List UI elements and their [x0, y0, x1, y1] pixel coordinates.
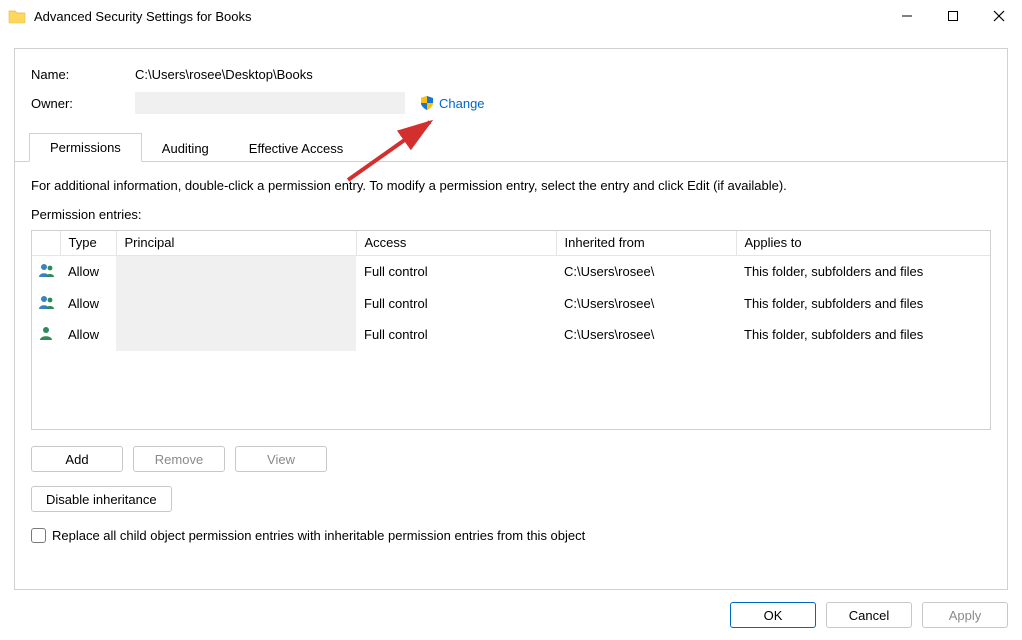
cell-applies: This folder, subfolders and files	[736, 287, 990, 319]
name-row: Name: C:\Users\rosee\Desktop\Books	[31, 67, 991, 82]
remove-button[interactable]: Remove	[133, 446, 225, 472]
name-value: C:\Users\rosee\Desktop\Books	[135, 67, 313, 82]
users-icon	[38, 295, 56, 309]
column-type[interactable]: Type	[60, 231, 116, 255]
add-button[interactable]: Add	[31, 446, 123, 472]
tabs: Permissions Auditing Effective Access	[15, 132, 1007, 162]
shield-icon	[419, 95, 435, 111]
column-principal[interactable]: Principal	[116, 231, 356, 255]
cell-access: Full control	[356, 319, 556, 351]
cell-applies: This folder, subfolders and files	[736, 319, 990, 351]
view-button[interactable]: View	[235, 446, 327, 472]
minimize-button[interactable]	[884, 0, 930, 32]
close-button[interactable]	[976, 0, 1022, 32]
column-access[interactable]: Access	[356, 231, 556, 255]
cell-type: Allow	[60, 255, 116, 287]
ok-button[interactable]: OK	[730, 602, 816, 628]
entries-label: Permission entries:	[15, 201, 1007, 230]
disable-inheritance-button[interactable]: Disable inheritance	[31, 486, 172, 512]
main-frame: Name: C:\Users\rosee\Desktop\Books Owner…	[14, 48, 1008, 590]
column-applies[interactable]: Applies to	[736, 231, 990, 255]
change-owner-link[interactable]: Change	[439, 96, 485, 111]
owner-row: Owner: Change	[31, 92, 991, 114]
replace-checkbox-row: Replace all child object permission entr…	[15, 512, 1007, 543]
table-row[interactable]: Allow Full control C:\Users\rosee\ This …	[32, 255, 990, 287]
cell-access: Full control	[356, 255, 556, 287]
replace-checkbox[interactable]	[31, 528, 46, 543]
apply-button[interactable]: Apply	[922, 602, 1008, 628]
user-icon	[38, 326, 56, 340]
info-text: For additional information, double-click…	[15, 162, 1007, 201]
replace-checkbox-label: Replace all child object permission entr…	[52, 528, 585, 543]
maximize-button[interactable]	[930, 0, 976, 32]
cell-access: Full control	[356, 287, 556, 319]
table-header-row: Type Principal Access Inherited from App…	[32, 231, 990, 255]
dialog-footer: OK Cancel Apply	[730, 602, 1008, 628]
cell-inherited: C:\Users\rosee\	[556, 287, 736, 319]
cell-inherited: C:\Users\rosee\	[556, 255, 736, 287]
column-inherited[interactable]: Inherited from	[556, 231, 736, 255]
cell-inherited: C:\Users\rosee\	[556, 319, 736, 351]
properties-section: Name: C:\Users\rosee\Desktop\Books Owner…	[15, 49, 1007, 132]
entry-buttons-row: Add Remove View	[15, 430, 1007, 472]
column-icon[interactable]	[32, 231, 60, 255]
window-title: Advanced Security Settings for Books	[34, 9, 252, 24]
folder-icon	[8, 7, 26, 25]
users-icon	[38, 263, 56, 277]
permission-table[interactable]: Type Principal Access Inherited from App…	[31, 230, 991, 430]
owner-label: Owner:	[31, 96, 135, 111]
owner-value-masked	[135, 92, 405, 114]
tab-auditing[interactable]: Auditing	[142, 135, 229, 162]
titlebar: Advanced Security Settings for Books	[0, 0, 1022, 32]
name-label: Name:	[31, 67, 135, 82]
tab-effective-access[interactable]: Effective Access	[229, 135, 363, 162]
tab-permissions[interactable]: Permissions	[29, 133, 142, 162]
cell-type: Allow	[60, 287, 116, 319]
cell-type: Allow	[60, 319, 116, 351]
cell-applies: This folder, subfolders and files	[736, 255, 990, 287]
principal-masked	[116, 256, 356, 351]
window-controls	[884, 0, 1022, 32]
cancel-button[interactable]: Cancel	[826, 602, 912, 628]
